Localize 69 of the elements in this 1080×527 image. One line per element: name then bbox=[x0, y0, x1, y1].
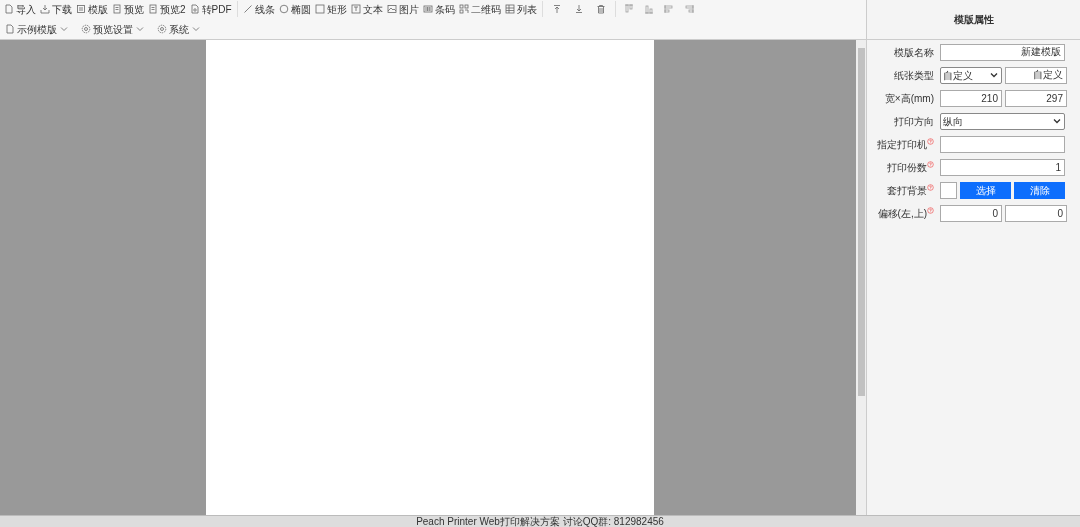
input-field[interactable]: 210 bbox=[940, 89, 1002, 107]
input-field[interactable]: 1 bbox=[940, 158, 1065, 176]
toolbar-button[interactable]: 椭圆 bbox=[276, 1, 313, 17]
trash-icon bbox=[595, 4, 606, 14]
qr-code-icon bbox=[458, 4, 469, 14]
align-top-icon bbox=[623, 4, 634, 14]
field-label: 套打背景 bbox=[887, 183, 927, 198]
toolbar-button[interactable]: 转PDF bbox=[187, 1, 234, 17]
toolbar-button[interactable]: 二维码 bbox=[456, 1, 503, 17]
ellipse-icon bbox=[278, 4, 289, 14]
menu-dropdown[interactable]: 预览设置 bbox=[78, 21, 148, 37]
input-field[interactable]: 0 bbox=[940, 204, 1002, 222]
menu-dropdown[interactable]: 示例模版 bbox=[2, 21, 72, 37]
field-label: 指定打印机 bbox=[877, 137, 927, 152]
move-to-top-icon bbox=[551, 4, 562, 14]
toolbar-button[interactable]: 线条 bbox=[240, 1, 277, 17]
align-right-icon bbox=[683, 4, 694, 14]
toolbar-button[interactable]: 列表 bbox=[502, 1, 539, 17]
preview-icon bbox=[148, 4, 158, 14]
select-field[interactable]: 纵向 bbox=[940, 112, 1065, 130]
template-icon bbox=[76, 4, 86, 14]
toolbar-button[interactable]: 预览 bbox=[110, 1, 146, 17]
scrollbar-thumb[interactable] bbox=[857, 48, 865, 396]
align-left-icon bbox=[663, 4, 674, 14]
chevron-down-icon bbox=[191, 24, 201, 34]
input-field[interactable]: 297 bbox=[1005, 89, 1067, 107]
table-icon bbox=[504, 4, 515, 14]
text-icon bbox=[350, 4, 361, 14]
toolbar-button[interactable]: 图片 bbox=[384, 1, 421, 17]
field-label: 打印方向 bbox=[894, 114, 934, 129]
clear-button[interactable]: 清除 bbox=[1014, 181, 1065, 199]
download-icon bbox=[40, 4, 50, 14]
pdf-icon bbox=[189, 4, 200, 14]
toolbar-button[interactable]: 预览2 bbox=[146, 1, 188, 17]
field-label: 纸张类型 bbox=[894, 68, 934, 83]
toolbar-button[interactable]: 矩形 bbox=[312, 1, 349, 17]
input-field[interactable]: 自定义 bbox=[1005, 66, 1067, 84]
rectangle-icon bbox=[314, 4, 325, 14]
chevron-down-icon bbox=[1052, 116, 1062, 126]
toolbar-button[interactable]: 条码 bbox=[420, 1, 457, 17]
field-label: 宽×高(mm) bbox=[884, 91, 934, 106]
select-button[interactable]: 选择 bbox=[960, 181, 1011, 199]
preview-icon bbox=[112, 4, 122, 14]
chevron-down-icon bbox=[135, 24, 145, 34]
input-field[interactable]: 0 bbox=[1005, 204, 1067, 222]
gear-icon bbox=[157, 24, 167, 34]
scrollbar[interactable] bbox=[856, 40, 866, 515]
field-label: 模版名称 bbox=[894, 45, 934, 60]
barcode-icon bbox=[422, 4, 433, 14]
line-icon bbox=[242, 4, 253, 14]
gear-icon bbox=[81, 24, 91, 34]
toolbar-button[interactable]: 导入 bbox=[2, 1, 38, 17]
move-to-bottom-icon bbox=[573, 4, 584, 14]
chevron-down-icon bbox=[59, 24, 69, 34]
toolbar-button[interactable]: 下载 bbox=[38, 1, 74, 17]
image-icon bbox=[386, 4, 397, 14]
toolbar-button[interactable]: 文本 bbox=[348, 1, 385, 17]
input-field[interactable]: 新建模版 bbox=[940, 43, 1065, 61]
select-field[interactable]: 自定义 bbox=[940, 66, 1002, 84]
toolbar-button[interactable]: 模版 bbox=[74, 1, 110, 17]
image-preview-box bbox=[940, 181, 957, 199]
input-field[interactable] bbox=[940, 135, 1065, 153]
panel-title: 模版属性 bbox=[953, 13, 994, 27]
field-label: 打印份数 bbox=[887, 160, 927, 175]
status-text: Peach Printer Web打印解决方案 讨论QQ群: 812982456 bbox=[416, 516, 664, 527]
menu-dropdown[interactable]: 系统 bbox=[154, 21, 204, 37]
field-label: 偏移(左,上) bbox=[877, 206, 927, 221]
align-bottom-icon bbox=[643, 4, 654, 14]
chevron-down-icon bbox=[989, 70, 999, 80]
